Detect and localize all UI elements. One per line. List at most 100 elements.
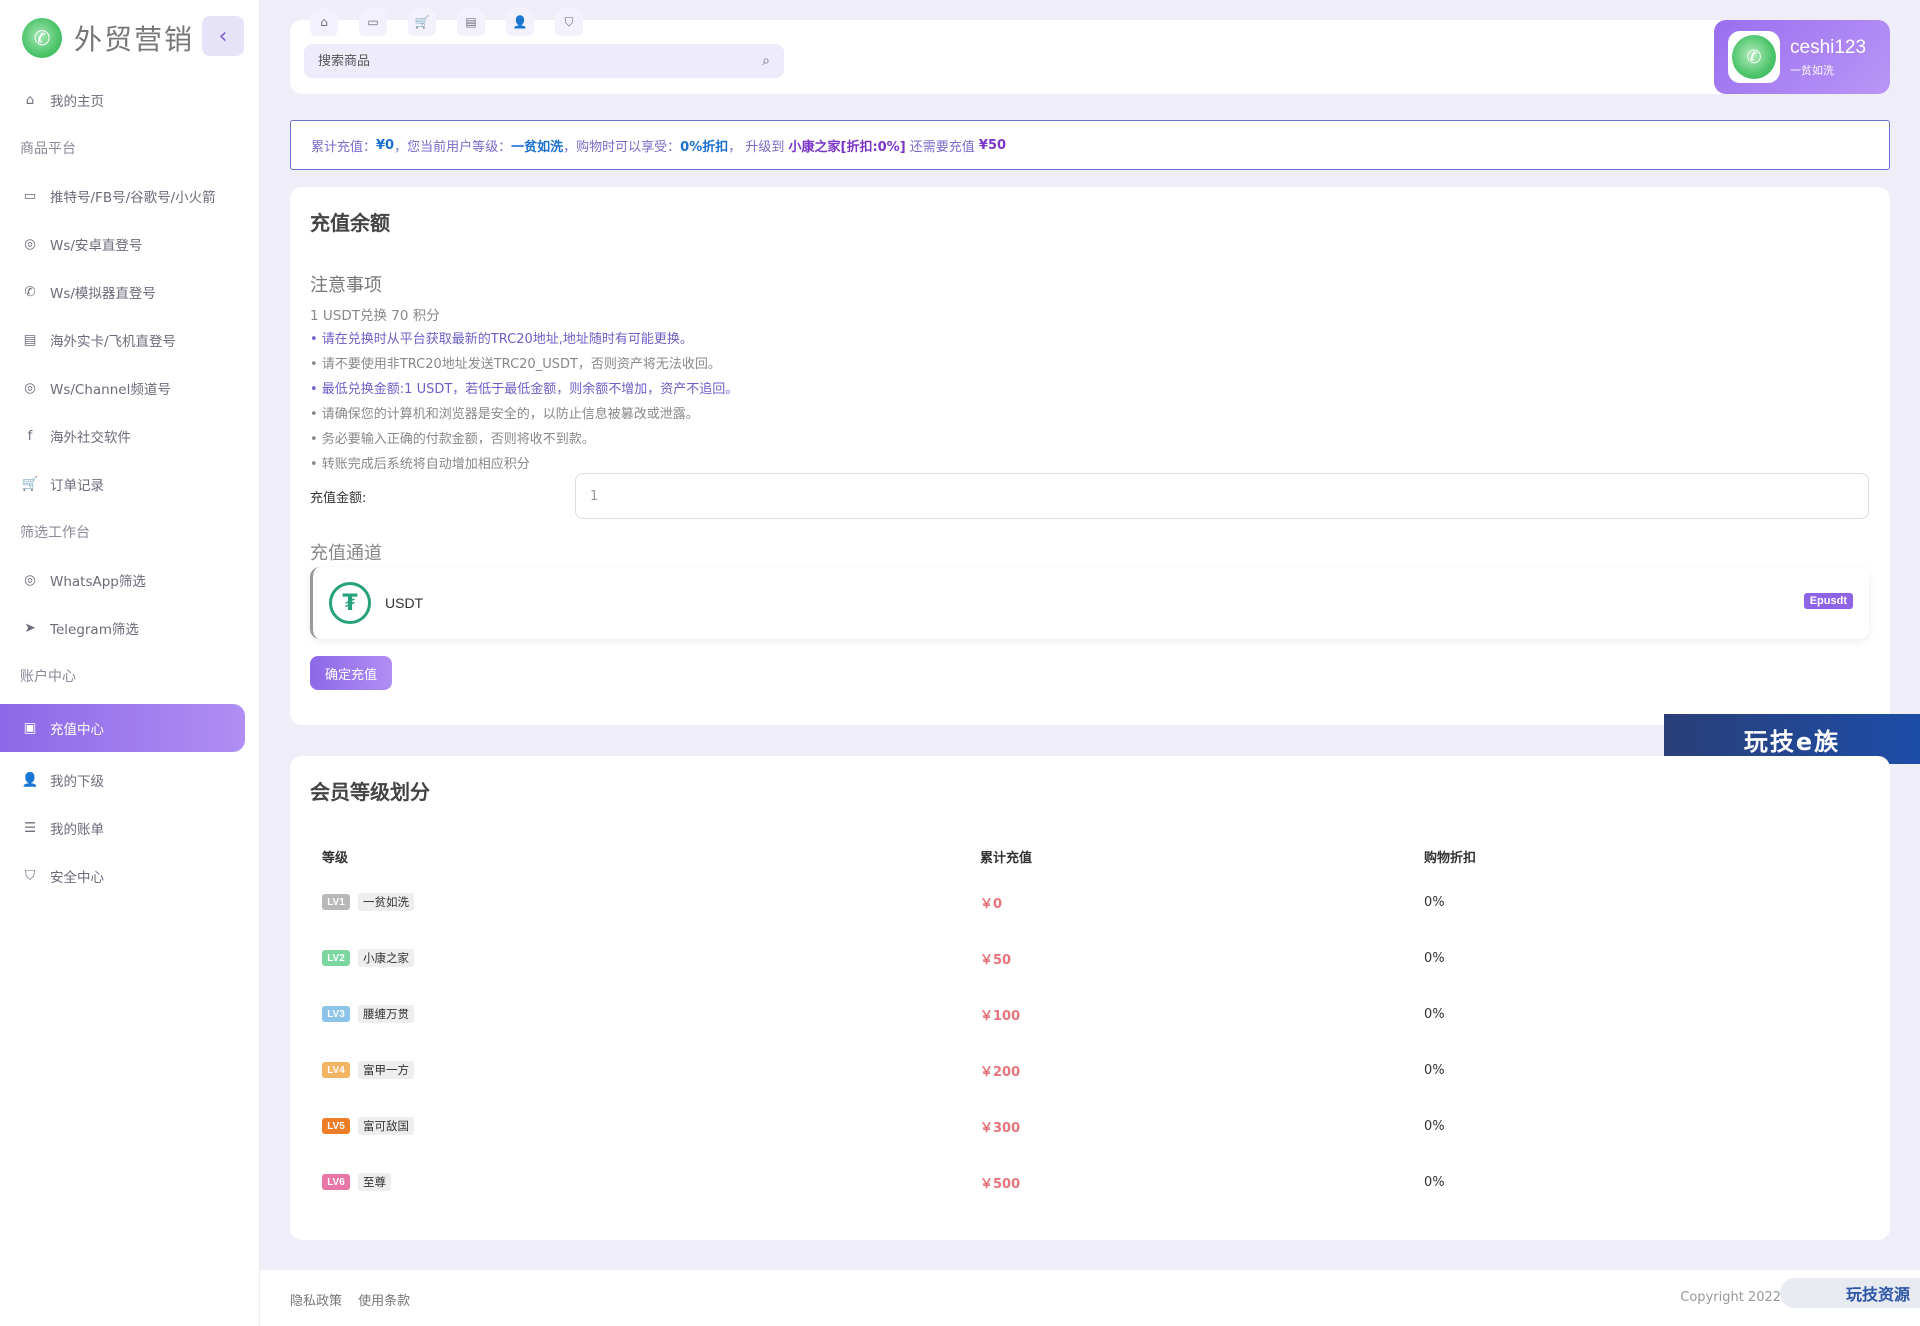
facebook-icon: f	[27, 428, 33, 444]
level-badge: LV2	[322, 950, 350, 966]
sidebar-item[interactable]: ☰ 我的账单	[0, 804, 259, 852]
confirm-recharge-button[interactable]: 确定充值	[310, 656, 392, 690]
bill-icon: ☰	[23, 820, 37, 836]
notice-text: 还需要充值	[905, 139, 979, 155]
level-badge: LV3	[322, 1006, 350, 1022]
channel-usdt[interactable]: ₮ USDT Epusdt	[310, 567, 1869, 639]
header-total: 累计充值	[980, 850, 1033, 866]
table-row: LV1 一贫如洗 ￥0 0%	[310, 874, 1870, 930]
levels-title: 会员等级划分	[310, 780, 430, 804]
level-name: 一贫如洗	[358, 893, 414, 911]
sidebar-item[interactable]: ➤ Telegram筛选	[0, 604, 259, 652]
collapse-sidebar-button[interactable]: ‹	[202, 16, 244, 56]
document-icon: ▤	[23, 332, 37, 348]
home-icon[interactable]: ⌂	[310, 8, 338, 36]
level-discount: 0%	[1424, 1118, 1445, 1134]
note-item: • 务必要输入正确的付款金额，否则将收不到款。	[310, 432, 595, 447]
whatsapp-icon: ◎	[24, 572, 36, 588]
member-levels-card: 会员等级划分 等级 累计充值 购物折扣 LV1 一贫如洗 ￥0 0% LV2 小康之家 ￥5…	[290, 756, 1890, 1240]
sidebar-item-label: 安全中心	[50, 870, 104, 886]
home-icon: ⌂	[25, 92, 35, 108]
note-item: • 请不要使用非TRC20地址发送TRC20_USDT，否则资产将无法收回。	[310, 357, 721, 372]
terms-link[interactable]: 使用条款	[358, 1294, 410, 1309]
levels-table: 等级 累计充值 购物折扣 LV1 一贫如洗 ￥0 0% LV2 小康之家 ￥50 0% LV3 腰…	[310, 838, 1870, 1210]
card-icon[interactable]: ▭	[359, 8, 387, 36]
nav-section-header: 商品平台	[20, 141, 76, 157]
user-icon: 👤	[21, 772, 39, 788]
notice-next-level: 小康之家[折扣:0%]	[788, 139, 906, 155]
phone-icon: ✆	[24, 284, 36, 300]
sidebar-item-label: Ws/Channel频道号	[50, 382, 171, 398]
brand-logo: ✆	[22, 18, 62, 58]
notice-text: ， 升级到	[728, 139, 789, 155]
nav-section-header: 账户中心	[20, 669, 76, 685]
sidebar-item[interactable]: ▣ 充值中心	[0, 704, 245, 752]
cart-icon[interactable]: 🛒	[408, 8, 436, 36]
sidebar-item-label: Ws/安卓直登号	[50, 238, 143, 254]
sidebar-item[interactable]: ▤ 海外实卡/飞机直登号	[0, 316, 259, 364]
user-name: ceshi123	[1790, 36, 1867, 58]
sidebar-item[interactable]: ◎ Ws/安卓直登号	[0, 220, 259, 268]
search-input[interactable]	[318, 53, 763, 69]
exchange-rate: 1 USDT兑换 70 积分	[310, 308, 440, 324]
amount-label: 充值金额:	[310, 491, 367, 506]
sidebar-item-label: 我的下级	[50, 774, 104, 790]
whatsapp-icon: ◎	[24, 380, 36, 396]
note-item: • 请确保您的计算机和浏览器是安全的，以防止信息被篡改或泄露。	[310, 407, 699, 422]
telegram-icon: ➤	[24, 620, 36, 636]
sidebar-item[interactable]: ▭ 推特号/FB号/谷歌号/小火箭	[0, 172, 259, 220]
notes-list: • 请在兑换时从平台获取最新的TRC20地址,地址随时有可能更换。 • 请不要使用…	[310, 327, 738, 477]
shield-icon[interactable]: ⛉	[555, 8, 583, 36]
level-discount: 0%	[1424, 1174, 1445, 1190]
sidebar-item[interactable]: ⛉ 安全中心	[0, 852, 259, 900]
level-badge: LV1	[322, 894, 350, 910]
footer: 隐私政策 使用条款 Copyright 2022 Xens All Righ 玩…	[260, 1270, 1920, 1326]
sidebar-item[interactable]: ⌂ 我的主页	[0, 76, 259, 124]
cart-icon: 🛒	[21, 476, 39, 492]
level-amount: ￥50	[980, 952, 1012, 968]
footer-watermark: 玩技资源	[1780, 1278, 1920, 1308]
note-item: • 最低兑换金额:1 USDT，若低于最低金额，则余额不增加，资产不追回。	[310, 382, 739, 397]
sidebar-item-label: 推特号/FB号/谷歌号/小火箭	[50, 190, 216, 206]
sidebar-item-label: 充值中心	[50, 722, 104, 738]
sidebar-item[interactable]: 👤 我的下级	[0, 756, 259, 804]
level-badge: LV4	[322, 1062, 350, 1078]
sidebar-item-label: 订单记录	[50, 478, 104, 494]
sidebar-item[interactable]: ◎ WhatsApp筛选	[0, 556, 259, 604]
sidebar-item-label: 海外社交软件	[50, 430, 131, 446]
wallet-icon: ▣	[23, 720, 37, 736]
sidebar-item-label: 海外实卡/飞机直登号	[50, 334, 177, 350]
level-badge: LV5	[322, 1118, 350, 1134]
table-row: LV3 腰缠万贯 ￥100 0%	[310, 986, 1870, 1042]
level-amount: ￥300	[980, 1120, 1021, 1136]
privacy-link[interactable]: 隐私政策	[290, 1294, 342, 1309]
channel-title: 充值通道	[310, 543, 382, 564]
user-card[interactable]: ✆ ceshi123 一贫如洗	[1714, 20, 1890, 94]
sidebar: ✆ 外贸营销 ‹ ⌂ 我的主页 商品平台 ▭ 推特号/FB号/谷歌号/小火箭 ◎ Ws/安卓…	[0, 0, 260, 1326]
recharge-notice: 累计充值： ¥0 ，您当前用户等级： 一贫如洗 ，购物时可以享受： 0%折扣 ，…	[290, 120, 1890, 170]
table-row: LV4 富甲一方 ￥200 0%	[310, 1042, 1870, 1098]
top-icon-tabs: ⌂ ▭ 🛒 ▤ 👤 ⛉	[310, 8, 583, 36]
level-discount: 0%	[1424, 894, 1445, 910]
table-header: 等级 累计充值 购物折扣	[310, 838, 1870, 874]
document-icon[interactable]: ▤	[457, 8, 485, 36]
sidebar-item[interactable]: f 海外社交软件	[0, 412, 259, 460]
sidebar-item[interactable]: ◎ Ws/Channel频道号	[0, 364, 259, 412]
sidebar-item[interactable]: 🛒 订单记录	[0, 460, 259, 508]
sidebar-item[interactable]: ✆ Ws/模拟器直登号	[0, 268, 259, 316]
table-row: LV6 至尊 ￥500 0%	[310, 1154, 1870, 1210]
table-row: LV2 小康之家 ￥50 0%	[310, 930, 1870, 986]
user-icon[interactable]: 👤	[506, 8, 534, 36]
level-amount: ￥100	[980, 1008, 1021, 1024]
notes-title: 注意事项	[310, 275, 382, 296]
message-icon: ▭	[23, 188, 37, 204]
notice-text: ，您当前用户等级：	[394, 139, 512, 155]
sidebar-item-label: 我的主页	[50, 94, 104, 110]
notice-total: ¥0	[376, 137, 395, 153]
amount-input[interactable]	[575, 473, 1869, 519]
search-bar: ⌕	[304, 44, 784, 78]
search-icon[interactable]: ⌕	[762, 53, 770, 69]
brand-name: 外贸营销	[74, 23, 195, 56]
level-discount: 0%	[1424, 950, 1445, 966]
level-discount: 0%	[1424, 1006, 1445, 1022]
